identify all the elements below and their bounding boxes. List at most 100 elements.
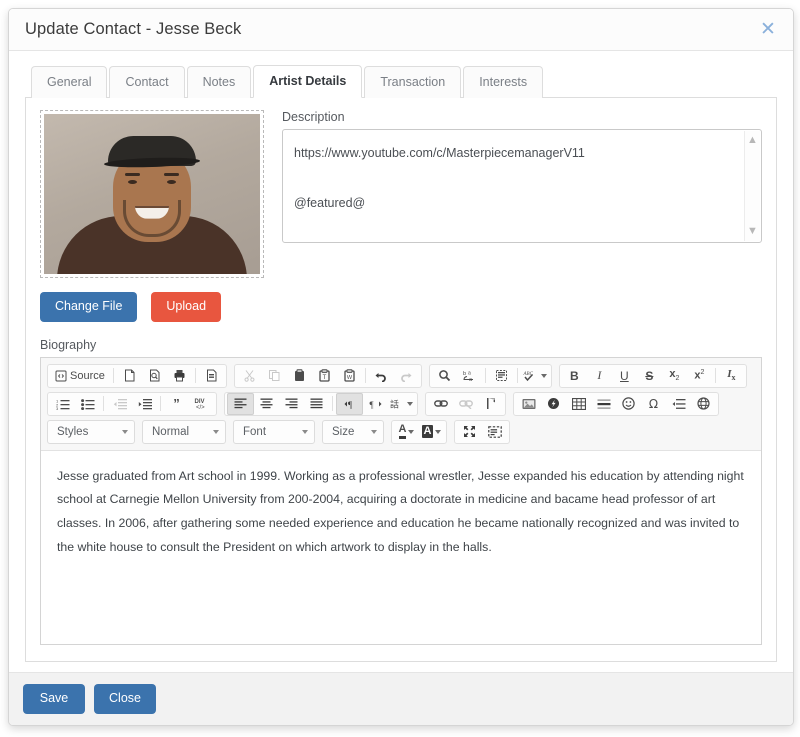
tab-artist-details[interactable]: Artist Details [253, 65, 363, 98]
horizontal-rule-icon[interactable] [591, 394, 616, 414]
undo-icon[interactable] [369, 366, 394, 386]
save-button[interactable]: Save [23, 684, 85, 714]
biography-label: Biography [40, 337, 97, 352]
new-page-icon[interactable] [117, 366, 142, 386]
photo-dropzone[interactable] [40, 109, 264, 278]
links-group [425, 391, 506, 416]
tools-group [454, 419, 510, 444]
remove-format-icon[interactable]: Ix [719, 366, 744, 386]
svg-text:T: T [323, 375, 327, 381]
dialog-footer: Save Close [9, 672, 793, 725]
bulleted-list-icon[interactable] [75, 394, 100, 414]
special-char-icon[interactable]: Ω [641, 394, 666, 414]
svg-text:b: b [463, 371, 466, 377]
text-direction-rtl-icon[interactable]: ¶ [363, 394, 388, 414]
photo-buttons: Change File Upload [40, 291, 264, 322]
svg-text:3: 3 [56, 406, 59, 410]
image-icon[interactable] [516, 394, 541, 414]
document-group: Source [47, 363, 227, 388]
update-contact-dialog: Update Contact - Jesse Beck ✕ General Co… [8, 8, 794, 726]
styles-combo-label: Styles [57, 425, 89, 438]
underline-icon[interactable]: U [612, 366, 637, 386]
tab-interests[interactable]: Interests [463, 66, 544, 98]
alignment-group: ¶ ¶ 話 [224, 391, 418, 416]
maximize-icon[interactable] [457, 422, 482, 442]
tab-bar: General Contact Notes Artist Details Tra… [25, 65, 777, 98]
italic-icon[interactable]: I [587, 366, 612, 386]
basic-styles-group: B I U S x2 x2 Ix [558, 363, 747, 388]
smiley-icon[interactable] [616, 394, 641, 414]
text-color-glyph: A [398, 424, 407, 439]
tab-general[interactable]: General [31, 66, 108, 98]
align-right-icon[interactable] [279, 394, 304, 414]
find-icon[interactable] [432, 366, 457, 386]
blockquote-icon[interactable]: ” [164, 394, 189, 414]
link-icon[interactable] [428, 394, 453, 414]
iframe-icon[interactable] [691, 394, 716, 414]
styles-combo[interactable]: Styles [47, 419, 135, 444]
superscript-icon[interactable]: x2 [687, 366, 712, 386]
biography-editor: Source T W b a a ABC B I U S x2 x2 Ix 1 … [40, 356, 762, 646]
align-left-icon[interactable] [227, 392, 254, 415]
subscript-icon[interactable]: x2 [662, 366, 687, 386]
table-icon[interactable] [566, 394, 591, 414]
text-color-icon[interactable]: A [394, 422, 419, 442]
increase-indent-icon[interactable] [132, 394, 157, 414]
scroll-up-icon[interactable]: ▲ [747, 134, 758, 146]
close-button[interactable]: Close [94, 684, 156, 714]
show-blocks-icon[interactable] [482, 422, 507, 442]
chevron-down-icon [302, 429, 308, 434]
tab-transaction[interactable]: Transaction [364, 66, 462, 98]
replace-icon[interactable]: baa [457, 366, 482, 386]
toolbar-row-2: 123 ” DIV </> ¶ ¶ 話 Ω [47, 391, 755, 416]
templates-icon[interactable] [199, 366, 224, 386]
description-label: Description [282, 109, 345, 124]
size-combo[interactable]: Size [322, 419, 384, 444]
close-icon[interactable]: ✕ [757, 19, 779, 41]
background-color-glyph: A [421, 425, 434, 438]
svg-text:W: W [347, 375, 353, 381]
redo-icon [394, 366, 419, 386]
cut-icon [237, 366, 262, 386]
svg-text:話: 話 [390, 398, 399, 410]
editor-toolbar: Source T W b a a ABC B I U S x2 x2 Ix 1 … [41, 357, 761, 451]
paste-word-icon[interactable]: W [337, 366, 362, 386]
background-color-icon[interactable]: A [419, 422, 444, 442]
paste-text-icon[interactable]: T [312, 366, 337, 386]
biography-content[interactable]: Jesse graduated from Art school in 1999.… [41, 450, 761, 645]
div-container-icon[interactable]: DIV </> [189, 394, 214, 414]
numbered-list-icon[interactable]: 123 [50, 394, 75, 414]
paste-icon[interactable] [287, 366, 312, 386]
spellcheck-icon[interactable]: ABC [521, 366, 549, 386]
align-center-icon[interactable] [254, 394, 279, 414]
text-direction-ltr-icon[interactable]: ¶ [336, 392, 363, 415]
insert-group: Ω [513, 391, 719, 416]
select-all-icon[interactable] [489, 366, 514, 386]
tab-contact[interactable]: Contact [109, 66, 185, 98]
language-icon[interactable]: 話 [388, 394, 415, 414]
anchor-icon[interactable] [478, 394, 503, 414]
change-file-button[interactable]: Change File [40, 291, 138, 322]
description-scrollbar[interactable]: ▲ ▼ [744, 130, 760, 241]
bold-icon[interactable]: B [562, 366, 587, 386]
source-label: Source [70, 369, 105, 382]
page-break-icon[interactable] [666, 394, 691, 414]
scroll-down-icon[interactable]: ▼ [747, 225, 758, 237]
dialog-body: General Contact Notes Artist Details Tra… [9, 51, 793, 672]
strikethrough-icon[interactable]: S [637, 366, 662, 386]
upload-button[interactable]: Upload [151, 291, 222, 322]
source-button[interactable]: Source [50, 366, 110, 386]
dialog-header: Update Contact - Jesse Beck ✕ [9, 9, 793, 51]
flash-icon[interactable] [541, 394, 566, 414]
format-combo[interactable]: Normal [142, 419, 226, 444]
toolbar-row-3: Styles Normal Font Size A A [47, 419, 755, 444]
print-icon[interactable] [167, 366, 192, 386]
svg-text:¶: ¶ [369, 400, 373, 410]
description-input[interactable]: https://www.youtube.com/c/Masterpieceman… [282, 128, 762, 243]
toolbar-row-1: Source T W b a a ABC B I U S x2 x2 Ix [47, 363, 755, 388]
font-combo[interactable]: Font [233, 419, 315, 444]
tab-notes[interactable]: Notes [186, 66, 252, 98]
preview-icon[interactable] [142, 366, 167, 386]
justify-icon[interactable] [304, 394, 329, 414]
clipboard-group: T W [233, 363, 422, 388]
